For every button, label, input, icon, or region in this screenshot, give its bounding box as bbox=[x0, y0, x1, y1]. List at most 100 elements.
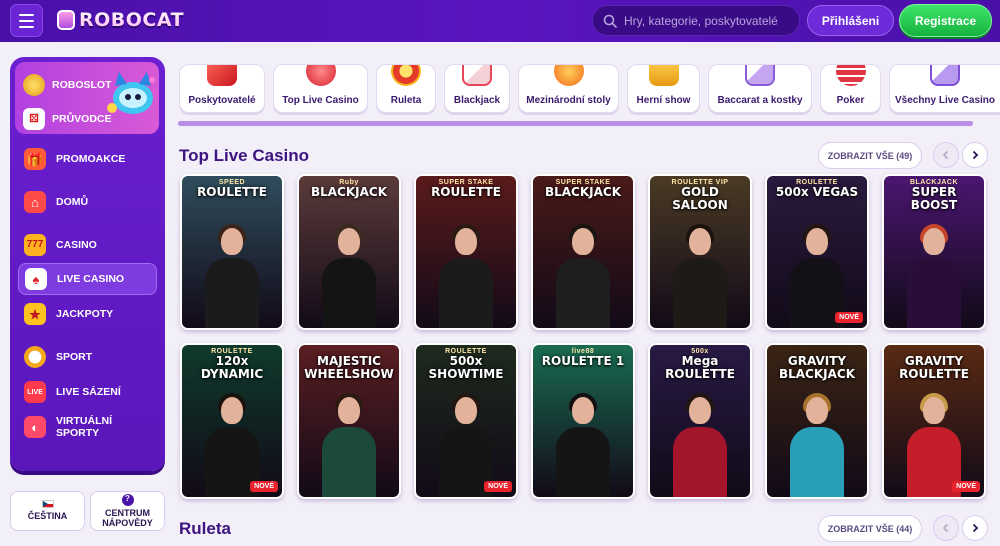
game-card-title: GRAVITY ROULETTE bbox=[899, 354, 969, 381]
sidebar-item-jackpoty[interactable]: ★ JACKPOTY bbox=[18, 298, 157, 330]
menu-line bbox=[19, 19, 34, 22]
category-tile-top-live-casino[interactable]: Top Live Casino bbox=[273, 64, 368, 113]
game-card-title: ROULETTE bbox=[197, 185, 267, 199]
login-button[interactable]: Přihlášeni bbox=[807, 5, 894, 36]
game-card-title: BLACKJACK bbox=[544, 185, 622, 199]
category-tile-poskytovatele[interactable]: Poskytovatelé bbox=[179, 64, 265, 113]
game-card[interactable]: SUPER STAKE ROULETTE bbox=[414, 174, 518, 330]
carousel-prev-button[interactable] bbox=[933, 142, 959, 168]
carousel-next-button[interactable] bbox=[962, 142, 988, 168]
dealer-figure bbox=[552, 224, 614, 328]
category-tile-poker[interactable]: Poker bbox=[820, 64, 881, 113]
new-badge: NOVÉ bbox=[952, 481, 980, 492]
live-icon: LIVE bbox=[24, 381, 46, 403]
game-card[interactable]: SUPER STAKE BLACKJACK bbox=[531, 174, 635, 330]
show-all-button[interactable]: ZOBRAZIT VŠE (49) bbox=[818, 142, 922, 169]
chevron-left-icon bbox=[942, 523, 949, 533]
robocat-logo[interactable]: ROBOCAT bbox=[57, 7, 184, 33]
category-tile-herni-show[interactable]: Herní show bbox=[627, 64, 700, 113]
top-header: ROBOCAT Přihlášeni Registrace bbox=[0, 0, 1000, 42]
sidebar-item-live-sazeni[interactable]: LIVE LIVE SÁZENÍ bbox=[18, 376, 157, 408]
top-live-icon bbox=[305, 65, 336, 86]
robocat-mascot-icon bbox=[107, 72, 155, 114]
menu-line bbox=[19, 25, 34, 28]
game-card[interactable]: live88 ROULETTE 1 bbox=[531, 343, 635, 499]
category-scrollbar[interactable] bbox=[178, 121, 973, 126]
sidebar-item-live-casino[interactable]: ♠ LIVE CASINO bbox=[18, 263, 157, 295]
game-card[interactable]: ROULETTE 120x DYNAMIC NOVÉ bbox=[180, 343, 284, 499]
sidebar-item-label: PRŮVODCE bbox=[52, 113, 112, 125]
sidebar-item-virtualni-sporty[interactable]: ◐ VIRTUÁLNÍ SPORTY bbox=[18, 411, 157, 443]
category-label: Všechny Live Casino bbox=[894, 95, 996, 106]
chevron-right-icon bbox=[972, 150, 979, 160]
sidebar-item-label: SPORT bbox=[56, 351, 93, 363]
game-card[interactable]: ROULETTE VIP GOLD SALOON bbox=[648, 174, 752, 330]
category-tile-ruleta[interactable]: Ruleta bbox=[376, 64, 436, 113]
dealer-figure bbox=[318, 393, 380, 497]
game-card[interactable]: MAJESTIC WHEELSHOW bbox=[297, 343, 401, 499]
game-card-title: SUPER BOOST bbox=[910, 185, 958, 212]
logo-text: ROBOCAT bbox=[79, 9, 185, 31]
sidebar-item-label: PROMOAKCE bbox=[56, 153, 126, 165]
new-badge: NOVÉ bbox=[250, 481, 278, 492]
game-card[interactable]: 500x Mega ROULETTE bbox=[648, 343, 752, 499]
sidebar-item-roboslot[interactable]: ROBOSLOT bbox=[23, 74, 112, 96]
sidebar-item-domu[interactable]: ⌂ DOMŮ bbox=[18, 186, 157, 218]
roulette-icon bbox=[391, 65, 421, 86]
game-card-title: ROULETTE bbox=[431, 185, 501, 199]
slot-icon: 777 bbox=[24, 234, 46, 256]
globe-icon bbox=[553, 65, 584, 86]
category-label: Herní show bbox=[636, 95, 691, 106]
category-label: Ruleta bbox=[390, 95, 422, 106]
category-label: Poker bbox=[836, 95, 865, 106]
carousel-prev-button[interactable] bbox=[933, 515, 959, 541]
search-input[interactable] bbox=[624, 13, 794, 28]
dealer-figure bbox=[201, 224, 263, 328]
sidebar-item-casino[interactable]: 777 CASINO bbox=[18, 229, 157, 261]
category-scrollbar-thumb[interactable] bbox=[178, 121, 973, 126]
category-tile-baccarat-a-kostky[interactable]: Baccarat a kostky bbox=[708, 64, 812, 113]
game-card[interactable]: GRAVITY ROULETTE NOVÉ bbox=[882, 343, 986, 499]
sidebar-item-label: CASINO bbox=[56, 239, 97, 251]
cards-icon: ♠ bbox=[25, 268, 47, 290]
chevron-left-icon bbox=[942, 150, 949, 160]
category-tile-vsechny-live-casino[interactable]: Všechny Live Casino bbox=[889, 64, 1000, 113]
category-label: Baccarat a kostky bbox=[717, 95, 803, 106]
game-card-title: GOLD SALOON bbox=[672, 185, 728, 212]
hamburger-menu-button[interactable] bbox=[10, 4, 43, 37]
game-card[interactable]: BLACKJACK SUPER BOOST bbox=[882, 174, 986, 330]
vr-icon: ◐ bbox=[24, 416, 46, 438]
category-tile-blackjack[interactable]: Blackjack bbox=[444, 64, 510, 113]
game-card[interactable]: Ruby BLACKJACK bbox=[297, 174, 401, 330]
help-center-button[interactable]: ? CENTRUM NÁPOVĚDY bbox=[90, 491, 165, 531]
baccarat-icon bbox=[745, 65, 775, 86]
game-card[interactable]: SPEED ROULETTE bbox=[180, 174, 284, 330]
sidebar-item-label: LIVE CASINO bbox=[57, 273, 125, 285]
search-bar[interactable] bbox=[592, 5, 800, 36]
ball-icon bbox=[24, 346, 46, 368]
category-tile-mezinarodni-stoly[interactable]: Mezinárodní stoly bbox=[518, 64, 619, 113]
game-card-title: 500x VEGAS bbox=[775, 185, 859, 199]
game-card[interactable]: ROULETTE 500x VEGAS NOVÉ bbox=[765, 174, 869, 330]
show-all-button[interactable]: ZOBRAZIT VŠE (44) bbox=[818, 515, 922, 542]
category-label: Top Live Casino bbox=[282, 95, 359, 106]
game-card-title: 120x DYNAMIC bbox=[200, 354, 264, 381]
sidebar-item-pruvodce[interactable]: ⚄ PRŮVODCE bbox=[23, 108, 112, 130]
register-button[interactable]: Registrace bbox=[899, 4, 992, 37]
help-label-line2: NÁPOVĚDY bbox=[102, 517, 153, 528]
dice-icon: ⚄ bbox=[23, 108, 45, 130]
dealer-figure bbox=[903, 224, 965, 328]
game-card-title: ROULETTE 1 bbox=[541, 354, 625, 368]
carousel-next-button[interactable] bbox=[962, 515, 988, 541]
sidebar-item-promoakce[interactable]: 🎁 PROMOAKCE bbox=[18, 143, 157, 175]
sidebar-promo-card: ROBOSLOT ⚄ PRŮVODCE bbox=[15, 62, 159, 134]
language-button[interactable]: ČEŠTINA bbox=[10, 491, 85, 531]
game-card[interactable]: ROULETTE 500x SHOWTIME NOVÉ bbox=[414, 343, 518, 499]
sidebar-item-sport[interactable]: SPORT bbox=[18, 341, 157, 373]
blackjack-icon bbox=[462, 65, 492, 86]
dealer-figure bbox=[669, 224, 731, 328]
gift-icon: 🎁 bbox=[24, 148, 46, 170]
sidebar-item-label: ROBOSLOT bbox=[52, 79, 112, 91]
game-card-title: GRAVITY BLACKJACK bbox=[778, 354, 856, 381]
game-card[interactable]: GRAVITY BLACKJACK bbox=[765, 343, 869, 499]
